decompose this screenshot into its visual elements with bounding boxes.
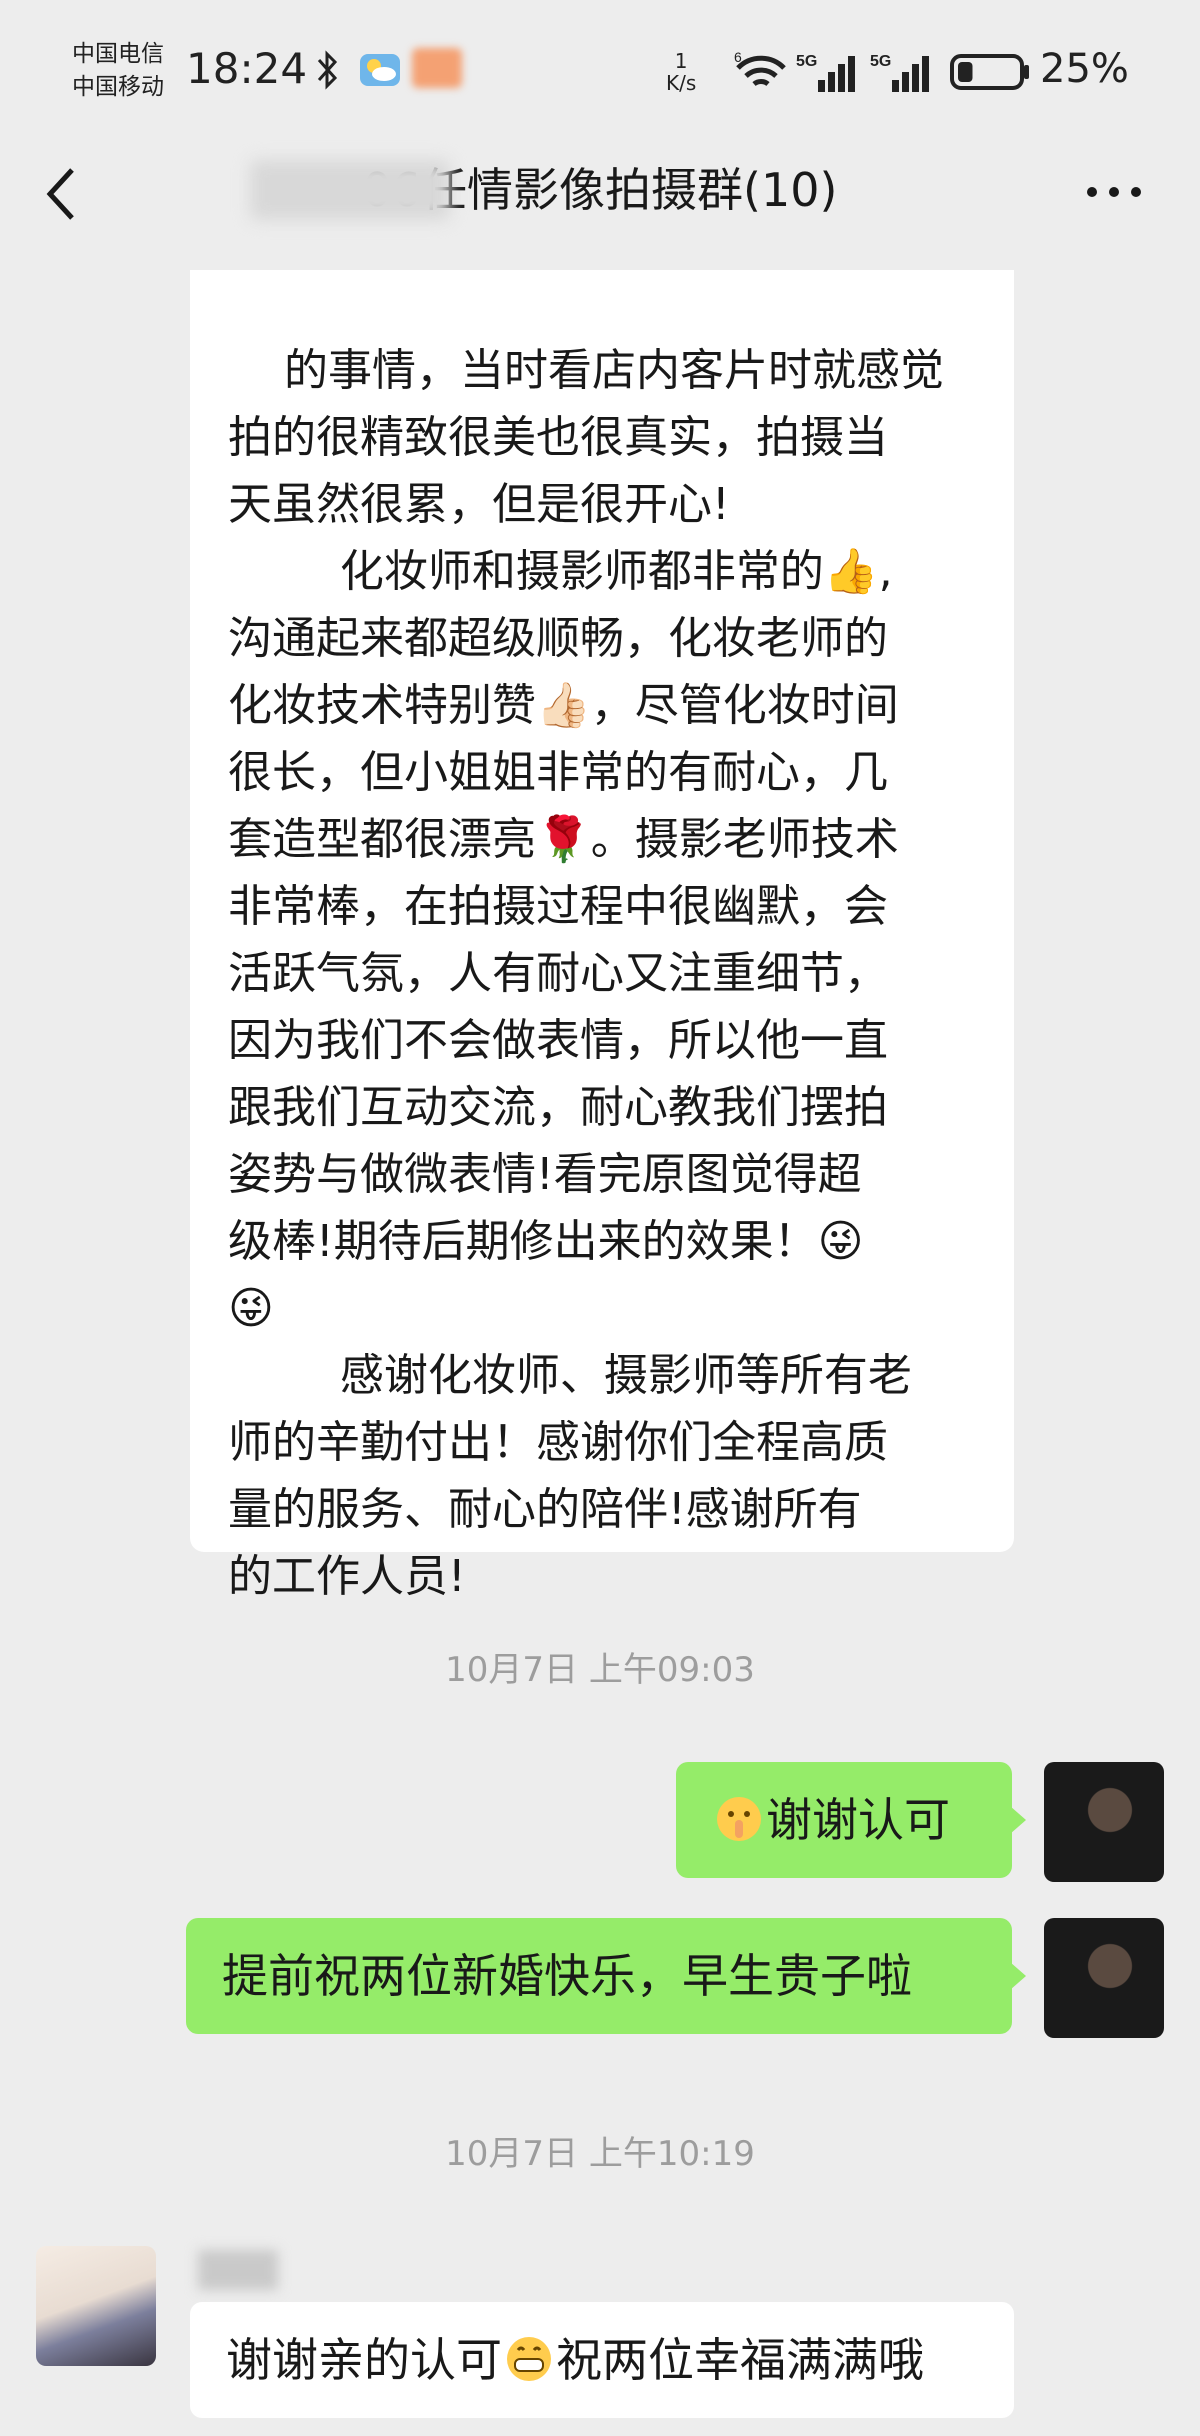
message-list[interactable]: 的事情，当时看店内客片时就感觉 拍的很精致很美也很真实，拍摄当 天虽然很累，但是… bbox=[0, 270, 1200, 2436]
review-message-bubble[interactable]: 的事情，当时看店内客片时就感觉 拍的很精致很美也很真实，拍摄当 天虽然很累，但是… bbox=[190, 270, 1014, 1602]
status-time: 18:24 bbox=[186, 44, 308, 93]
received-message-text-2: 祝两位幸福满满哦 bbox=[556, 2333, 924, 2387]
battery-percentage: 25% bbox=[1040, 46, 1129, 92]
avatar-other[interactable] bbox=[36, 2246, 156, 2366]
avatar-self[interactable] bbox=[1044, 1762, 1164, 1882]
net-speed: 1 K/s bbox=[666, 50, 696, 94]
carrier-names: 中国电信 中国移动 bbox=[72, 38, 164, 104]
title-redaction bbox=[250, 160, 450, 220]
timestamp-1: 10月7日 上午09:03 bbox=[445, 1650, 755, 1690]
carrier-2: 中国移动 bbox=[72, 74, 164, 100]
grinning-face-emoji bbox=[507, 2337, 551, 2381]
wifi-badge: 6 bbox=[734, 50, 742, 65]
carrier-1: 中国电信 bbox=[72, 41, 164, 67]
sent-message-text-1: 谢谢认可 bbox=[766, 1793, 950, 1847]
bubble-tail bbox=[1010, 1806, 1026, 1834]
received-message-bubble[interactable]: 谢谢亲的认可 祝两位幸福满满哦 bbox=[190, 2302, 1014, 2418]
signal-icon: 5G bbox=[796, 53, 855, 92]
status-bar: 中国电信 中国移动 18:24 1 K/s 6 5G 5G 25% bbox=[0, 0, 1200, 150]
bluetooth-icon bbox=[317, 50, 338, 90]
notification-icon bbox=[412, 48, 462, 88]
avatar-self-2[interactable] bbox=[1044, 1918, 1164, 2038]
sim1-badge: 5G bbox=[796, 53, 817, 70]
battery-icon bbox=[950, 54, 1029, 90]
received-message-text-1: 谢谢亲的认可 bbox=[226, 2333, 502, 2387]
wifi-icon: 6 bbox=[734, 50, 786, 87]
more-dots-icon[interactable] bbox=[1084, 184, 1144, 200]
signal-icon-2: 5G bbox=[870, 53, 929, 92]
sent-message-bubble-2[interactable]: 提前祝两位新婚快乐，早生贵子啦 bbox=[186, 1918, 1012, 2034]
net-speed-value: 1 bbox=[674, 49, 688, 73]
shushing-face-emoji bbox=[717, 1797, 761, 1841]
sent-message-bubble[interactable]: 谢谢认可 bbox=[676, 1762, 1012, 1878]
back-arrow-icon[interactable] bbox=[44, 166, 76, 222]
sent-message-text-2: 提前祝两位新婚快乐，早生贵子啦 bbox=[222, 1949, 912, 2003]
sim2-badge: 5G bbox=[870, 53, 891, 70]
sender-name-redaction bbox=[198, 2250, 278, 2290]
timestamp-2: 10月7日 上午10:19 bbox=[445, 2134, 755, 2174]
bubble-tail-2 bbox=[1010, 1962, 1026, 1990]
weather-icon bbox=[360, 54, 400, 86]
review-message-text: 的事情，当时看店内客片时就感觉 拍的很精致很美也很真实，拍摄当 天虽然很累，但是… bbox=[228, 345, 944, 1602]
net-speed-unit: K/s bbox=[666, 71, 697, 95]
